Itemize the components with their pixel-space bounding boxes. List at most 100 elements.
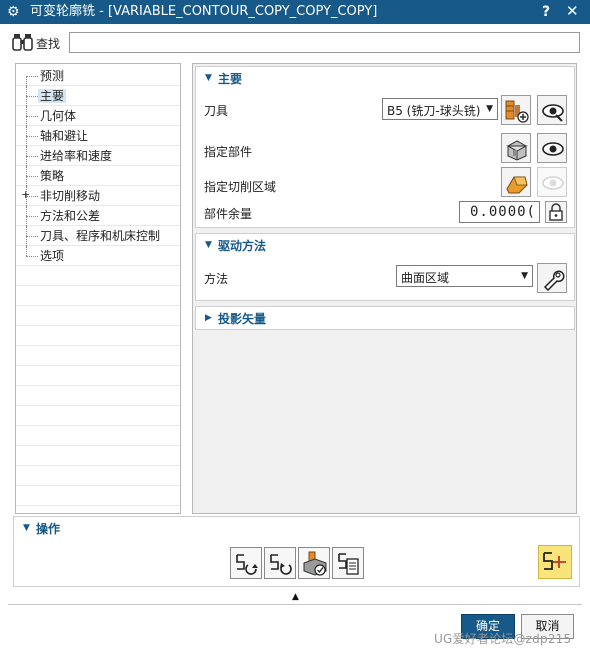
projection-vector-group[interactable]: ▶ 投影矢量 xyxy=(195,306,575,330)
drive-method-group-header[interactable]: ▼ 驱动方法 xyxy=(196,234,574,256)
tree-empty-row xyxy=(16,446,180,466)
generate-icon xyxy=(236,554,258,575)
tree-item[interactable]: 轴和避让 xyxy=(16,126,180,146)
tree-item[interactable]: 进给率和速度 xyxy=(16,146,180,166)
help-button[interactable]: ? xyxy=(542,3,550,21)
tree-connector xyxy=(26,236,38,237)
tree-item-label: 策略 xyxy=(40,169,65,183)
expand-down-icon: ▼ xyxy=(205,240,212,250)
specify-part-label: 指定部件 xyxy=(204,145,253,159)
tree-item-label: 非切削移动 xyxy=(40,189,101,203)
tree-connector xyxy=(26,156,38,157)
expand-plus-icon[interactable]: + xyxy=(21,189,30,201)
tree-empty-row xyxy=(16,266,180,286)
tree-connector xyxy=(26,246,27,256)
list-icon xyxy=(338,553,359,575)
projection-vector-group-title: 投影矢量 xyxy=(218,312,267,326)
edit-drive-method-button[interactable] xyxy=(537,263,567,293)
navigation-tree: 预测主要几何体轴和避让进给率和速度 策略 + 非切削移动方法和公差刀具、程序和机床控制… xyxy=(15,63,181,514)
binoculars-icon xyxy=(12,34,33,51)
tree-item-label: 预测 xyxy=(40,69,65,83)
tree-connector xyxy=(26,116,38,117)
tree-item-label: 轴和避让 xyxy=(40,129,89,143)
main-group-header[interactable]: ▼ 主要 xyxy=(196,67,574,89)
window-title: 可变轮廓铣 - [VARIABLE_CONTOUR_COPY_COPY_COPY… xyxy=(30,4,378,19)
tree-connector xyxy=(26,76,38,77)
tree-item[interactable]: 选项 xyxy=(16,246,180,266)
display-part-button[interactable] xyxy=(537,133,567,163)
divider xyxy=(8,604,582,605)
tree-item[interactable]: 策略 xyxy=(16,166,180,186)
lock-button[interactable] xyxy=(545,201,567,223)
tree-connector xyxy=(26,96,38,97)
tree-empty-row xyxy=(16,426,180,446)
eye-icon xyxy=(542,176,564,190)
find-label: 查找 xyxy=(36,37,61,51)
toolpath-generate-icon xyxy=(543,552,566,570)
projection-vector-group-header[interactable]: ▶ 投影矢量 xyxy=(196,307,574,329)
tree-connector xyxy=(26,256,38,257)
main-group-title: 主要 xyxy=(218,72,243,86)
tree-empty-row xyxy=(16,306,180,326)
new-tool-icon xyxy=(505,100,529,123)
eye-icon xyxy=(542,142,564,156)
tree-item[interactable]: 预测 xyxy=(16,66,180,86)
tree-connector xyxy=(26,136,38,137)
verify-toolpath-button[interactable] xyxy=(298,547,330,579)
close-button[interactable]: ✕ xyxy=(566,2,579,20)
tree-empty-row xyxy=(16,366,180,386)
actions-group: ▼ 操作 xyxy=(13,516,580,587)
tree-item[interactable]: + 非切削移动 xyxy=(16,186,180,206)
chevron-down-icon: ▼ xyxy=(521,271,528,281)
tree-empty-row xyxy=(16,406,180,426)
part-stock-label: 部件余量 xyxy=(204,207,253,221)
verify-icon xyxy=(303,551,327,576)
drive-method-select[interactable]: 曲面区域 ▼ xyxy=(396,265,533,287)
specify-cut-area-label: 指定切削区域 xyxy=(204,180,277,194)
tree-item[interactable]: 刀具、程序和机床控制 xyxy=(16,226,180,246)
find-input[interactable] xyxy=(69,32,580,53)
collapse-up-icon[interactable]: ▲ xyxy=(292,592,299,602)
chevron-down-icon: ▼ xyxy=(486,104,493,114)
tree-empty-row xyxy=(16,486,180,506)
replay-icon xyxy=(270,554,292,575)
new-tool-button[interactable] xyxy=(501,95,531,125)
edit-tool-button[interactable] xyxy=(537,95,567,125)
display-cut-area-button[interactable] xyxy=(537,167,567,197)
expand-down-icon: ▼ xyxy=(205,73,212,83)
specify-cut-area-button[interactable] xyxy=(501,167,531,197)
list-toolpath-button[interactable] xyxy=(332,547,364,579)
generate-nc-button[interactable] xyxy=(538,545,572,579)
settings-panel: ▼ 主要 刀具 B5 (铣刀-球头铣) ▼ 指定部件 指定切削区域 部件余量 0… xyxy=(192,63,577,514)
expand-down-icon: ▼ xyxy=(23,523,30,533)
tree-empty-row xyxy=(16,346,180,366)
method-label: 方法 xyxy=(204,272,229,286)
tree-item[interactable]: 方法和公差 xyxy=(16,206,180,226)
part-stock-input[interactable]: 0.0000( xyxy=(459,201,540,223)
tree-empty-row xyxy=(16,386,180,406)
part-stock-value: 0.0000( xyxy=(469,204,536,220)
tree-connector xyxy=(26,76,27,86)
tool-select-value: B5 (铣刀-球头铣) xyxy=(387,104,481,118)
generate-toolpath-button[interactable] xyxy=(230,547,262,579)
replay-toolpath-button[interactable] xyxy=(264,547,296,579)
specify-part-button[interactable] xyxy=(501,133,531,163)
tree-item-label: 刀具、程序和机床控制 xyxy=(40,229,161,243)
tree-empty-row xyxy=(16,286,180,306)
eye-wrench-icon xyxy=(542,104,564,122)
tree-item[interactable]: 主要 xyxy=(16,86,180,106)
drive-method-value: 曲面区域 xyxy=(401,271,450,285)
tree-item-label: 选项 xyxy=(40,249,65,263)
part-geometry-icon xyxy=(506,140,528,161)
actions-group-header[interactable]: ▼ 操作 xyxy=(14,517,579,539)
drive-method-group: ▼ 驱动方法 方法 曲面区域 ▼ xyxy=(195,233,575,301)
tool-select[interactable]: B5 (铣刀-球头铣) ▼ xyxy=(382,98,498,120)
tree-empty-row xyxy=(16,326,180,346)
tree-item-label: 主要 xyxy=(38,89,67,103)
tree-item[interactable]: 几何体 xyxy=(16,106,180,126)
tree-connector xyxy=(26,216,38,217)
tree-item-label: 进给率和速度 xyxy=(40,149,113,163)
gear-icon: ⚙ xyxy=(7,4,20,20)
watermark-text: UG爱好者论坛@zdp215 xyxy=(434,632,572,646)
actions-group-title: 操作 xyxy=(36,522,61,536)
